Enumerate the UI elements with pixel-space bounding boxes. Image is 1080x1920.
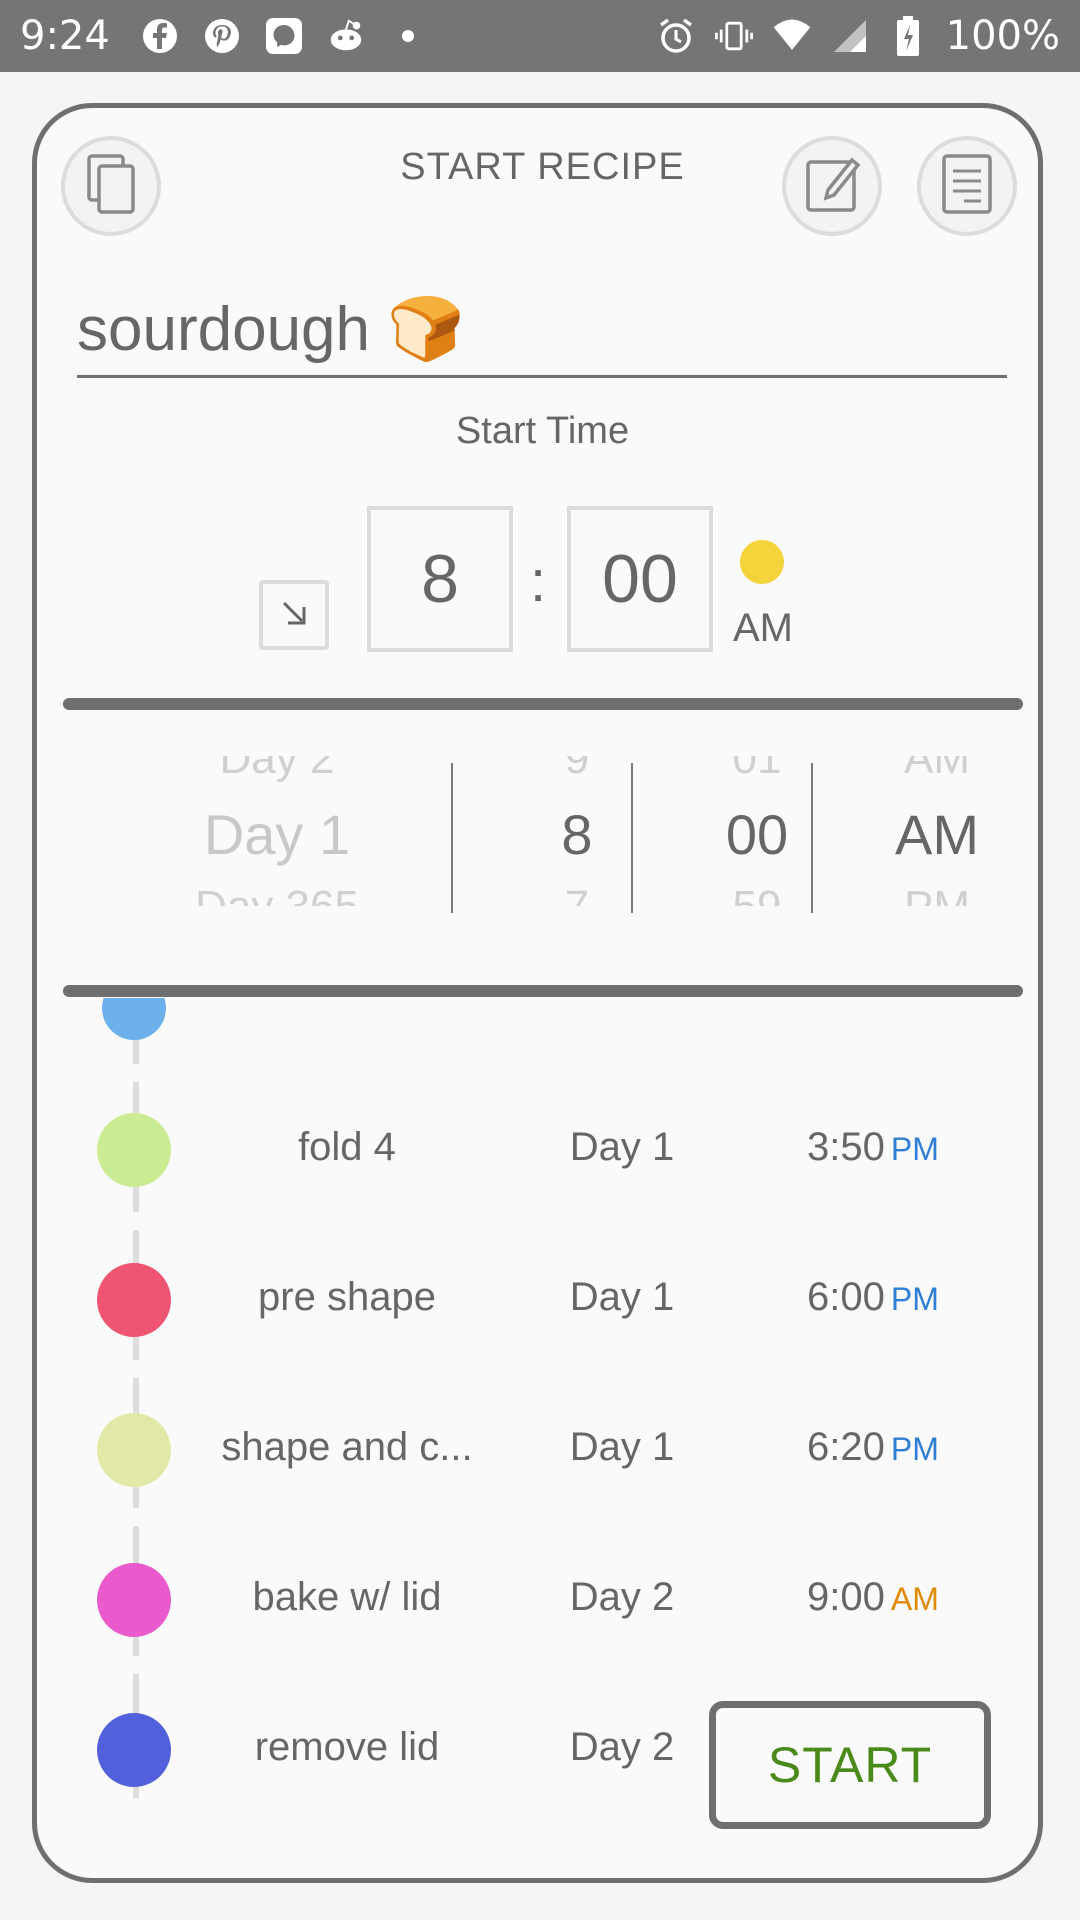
collapse-toggle-button[interactable] <box>259 580 329 650</box>
signal-icon <box>830 16 870 56</box>
recipe-name-input[interactable]: sourdough 🍞 <box>77 283 1007 378</box>
picker-separator <box>451 763 453 913</box>
step-dot <box>102 998 166 1040</box>
picker-separator <box>811 763 813 913</box>
alarm-icon <box>656 16 696 56</box>
step-name: remove lid <box>254 1725 440 1769</box>
hour-option: 7 <box>487 882 667 906</box>
step-ampm: PM <box>890 1281 939 1317</box>
vibrate-icon <box>714 16 754 56</box>
step-dot <box>97 1263 171 1337</box>
day-selected: Day 1 <box>203 803 351 866</box>
notification-icons <box>140 16 428 56</box>
step-ampm: PM <box>890 1431 939 1467</box>
list-item[interactable]: pre shape Day 1 6:00 PM <box>37 1243 1048 1343</box>
step-time-value: 3:50 <box>807 1125 885 1169</box>
time-picker: Day 2 Day 1 Day 365 9 8 7 01 00 59 AM AM… <box>37 756 1048 906</box>
notes-button[interactable] <box>917 136 1017 236</box>
step-time: 3:50 PM <box>807 1125 939 1170</box>
hour-wheel[interactable]: 9 8 7 <box>487 756 667 906</box>
step-time-value: 6:20 <box>807 1425 885 1469</box>
minute-option: 59 <box>667 882 847 906</box>
step-dot <box>97 1413 171 1487</box>
edit-button[interactable] <box>782 136 882 236</box>
notes-icon <box>940 153 994 220</box>
wifi-icon <box>772 16 812 56</box>
status-time: 9:24 <box>20 13 110 59</box>
period-option: PM <box>847 882 1027 906</box>
step-ampm: PM <box>890 1131 939 1167</box>
pinterest-icon <box>202 16 242 56</box>
minute-wheel[interactable]: 01 00 59 <box>667 756 847 906</box>
step-name: fold 4 <box>298 1125 396 1169</box>
period-label: AM <box>733 606 793 650</box>
step-day: Day 1 <box>569 1125 675 1169</box>
period-option: AM <box>904 756 970 783</box>
page-title: START RECIPE <box>400 146 685 188</box>
status-bar: 9:24 100% <box>0 0 1080 72</box>
step-dot <box>97 1563 171 1637</box>
sun-icon <box>740 540 784 584</box>
period-wheel[interactable]: AM AM PM <box>847 756 1027 906</box>
battery-percent: 100% <box>945 13 1060 59</box>
minute-option: 01 <box>732 756 782 783</box>
edit-icon <box>802 152 862 221</box>
start-time-label: Start Time <box>455 410 630 452</box>
list-item[interactable]: fold 4 Day 1 3:50 PM <box>37 1093 1048 1193</box>
hour-selected: 8 <box>561 803 593 866</box>
time-colon: : <box>530 549 547 614</box>
list-item[interactable]: bake w/ lid Day 2 9:00 AM <box>37 1543 1048 1643</box>
arrow-down-right-icon <box>274 593 314 638</box>
day-wheel[interactable]: Day 2 Day 1 Day 365 <box>157 756 397 906</box>
minute-field[interactable]: 00 <box>567 506 713 652</box>
period-selected: AM <box>895 803 979 866</box>
step-time: 6:20 PM <box>807 1425 939 1470</box>
step-day: Day 2 <box>569 1725 675 1769</box>
step-name: pre shape <box>258 1275 436 1319</box>
system-icons: 100% <box>656 0 1060 72</box>
battery-icon <box>888 16 928 56</box>
step-ampm: AM <box>890 1581 939 1617</box>
step-name: bake w/ lid <box>252 1575 442 1619</box>
messenger-icon <box>264 16 304 56</box>
picker-top-divider <box>63 698 1023 710</box>
list-item[interactable]: shape and c... Day 1 6:20 PM <box>37 1393 1048 1493</box>
day-option: Day 2 <box>219 756 335 783</box>
step-day: Day 2 <box>569 1575 675 1619</box>
step-day: Day 1 <box>569 1275 675 1319</box>
step-time: 6:00 PM <box>807 1275 939 1320</box>
hour-field[interactable]: 8 <box>367 506 513 652</box>
start-button[interactable]: START <box>709 1701 991 1829</box>
picker-bottom-divider <box>63 985 1023 997</box>
step-day: Day 1 <box>569 1425 675 1469</box>
step-time-value: 9:00 <box>807 1575 885 1619</box>
step-dot <box>97 1713 171 1787</box>
facebook-icon <box>140 16 180 56</box>
step-time: 9:00 AM <box>807 1575 939 1620</box>
picker-separator <box>631 763 633 913</box>
day-option: Day 365 <box>157 882 397 906</box>
dot-icon <box>388 16 428 56</box>
step-dot <box>97 1113 171 1187</box>
reddit-icon <box>326 16 366 56</box>
recipe-card: START RECIPE sourdough 🍞 Start Time 8 : … <box>32 103 1043 1883</box>
minute-selected: 00 <box>725 803 789 866</box>
step-time-value: 6:00 <box>807 1275 885 1319</box>
hour-option: 9 <box>564 756 590 783</box>
recipe-name-text: sourdough 🍞 <box>77 294 465 364</box>
step-name: shape and c... <box>221 1425 473 1469</box>
